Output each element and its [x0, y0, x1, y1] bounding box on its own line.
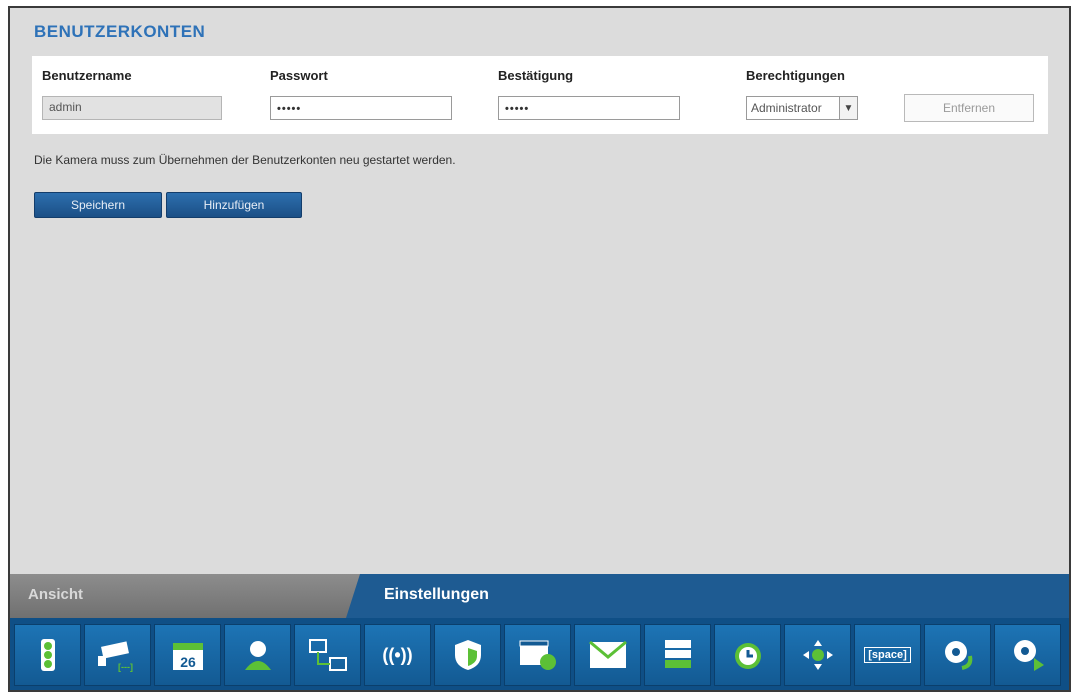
server-icon[interactable]	[644, 624, 711, 686]
svg-text:[---]: [---]	[118, 662, 133, 672]
gear-run-icon[interactable]	[994, 624, 1061, 686]
add-button[interactable]: Hinzufügen	[166, 192, 302, 218]
permission-value: Administrator	[751, 101, 822, 115]
permissions-header: Berechtigungen	[746, 68, 845, 83]
save-button[interactable]: Speichern	[34, 192, 162, 218]
gear-restore-icon[interactable]	[924, 624, 991, 686]
user-accounts-panel: Benutzername Passwort Bestätigung Berech…	[32, 56, 1048, 134]
username-header: Benutzername	[42, 68, 132, 83]
password-header: Passwort	[270, 68, 328, 83]
tab-view[interactable]: Ansicht	[10, 574, 360, 618]
section-title: BENUTZERKONTEN	[34, 22, 206, 41]
mail-icon[interactable]	[574, 624, 641, 686]
calendar-icon[interactable]: 26	[154, 624, 221, 686]
web-window-icon[interactable]	[504, 624, 571, 686]
password-field[interactable]: •••••	[270, 96, 452, 120]
tab-settings[interactable]: Einstellungen	[384, 586, 489, 604]
settings-toolbar: [---] 26 ((•)) [space]	[10, 618, 1069, 690]
username-field: admin	[42, 96, 222, 120]
camera-icon[interactable]: [---]	[84, 624, 151, 686]
permission-select[interactable]: Administrator ▼	[746, 96, 858, 120]
wireless-icon[interactable]: ((•))	[364, 624, 431, 686]
space-icon[interactable]: [space]	[854, 624, 921, 686]
remove-button[interactable]: Entfernen	[904, 94, 1034, 122]
ptz-control-icon[interactable]	[784, 624, 851, 686]
confirm-header: Bestätigung	[498, 68, 574, 83]
wireless-glyph: ((•))	[382, 644, 413, 665]
user-icon[interactable]	[224, 624, 291, 686]
calendar-day: 26	[180, 654, 196, 670]
restart-notice: Die Kamera muss zum Übernehmen der Benut…	[34, 153, 456, 167]
tab-bar: Ansicht Einstellungen	[10, 574, 1069, 618]
space-label: [space]	[864, 647, 911, 663]
network-icon[interactable]	[294, 624, 361, 686]
alarm-clock-icon[interactable]	[714, 624, 781, 686]
settings-window: BENUTZERKONTEN Benutzername Passwort Bes…	[8, 6, 1071, 692]
shield-icon[interactable]	[434, 624, 501, 686]
status-light-icon[interactable]	[14, 624, 81, 686]
chevron-down-icon[interactable]: ▼	[839, 97, 857, 119]
confirm-password-field[interactable]: •••••	[498, 96, 680, 120]
